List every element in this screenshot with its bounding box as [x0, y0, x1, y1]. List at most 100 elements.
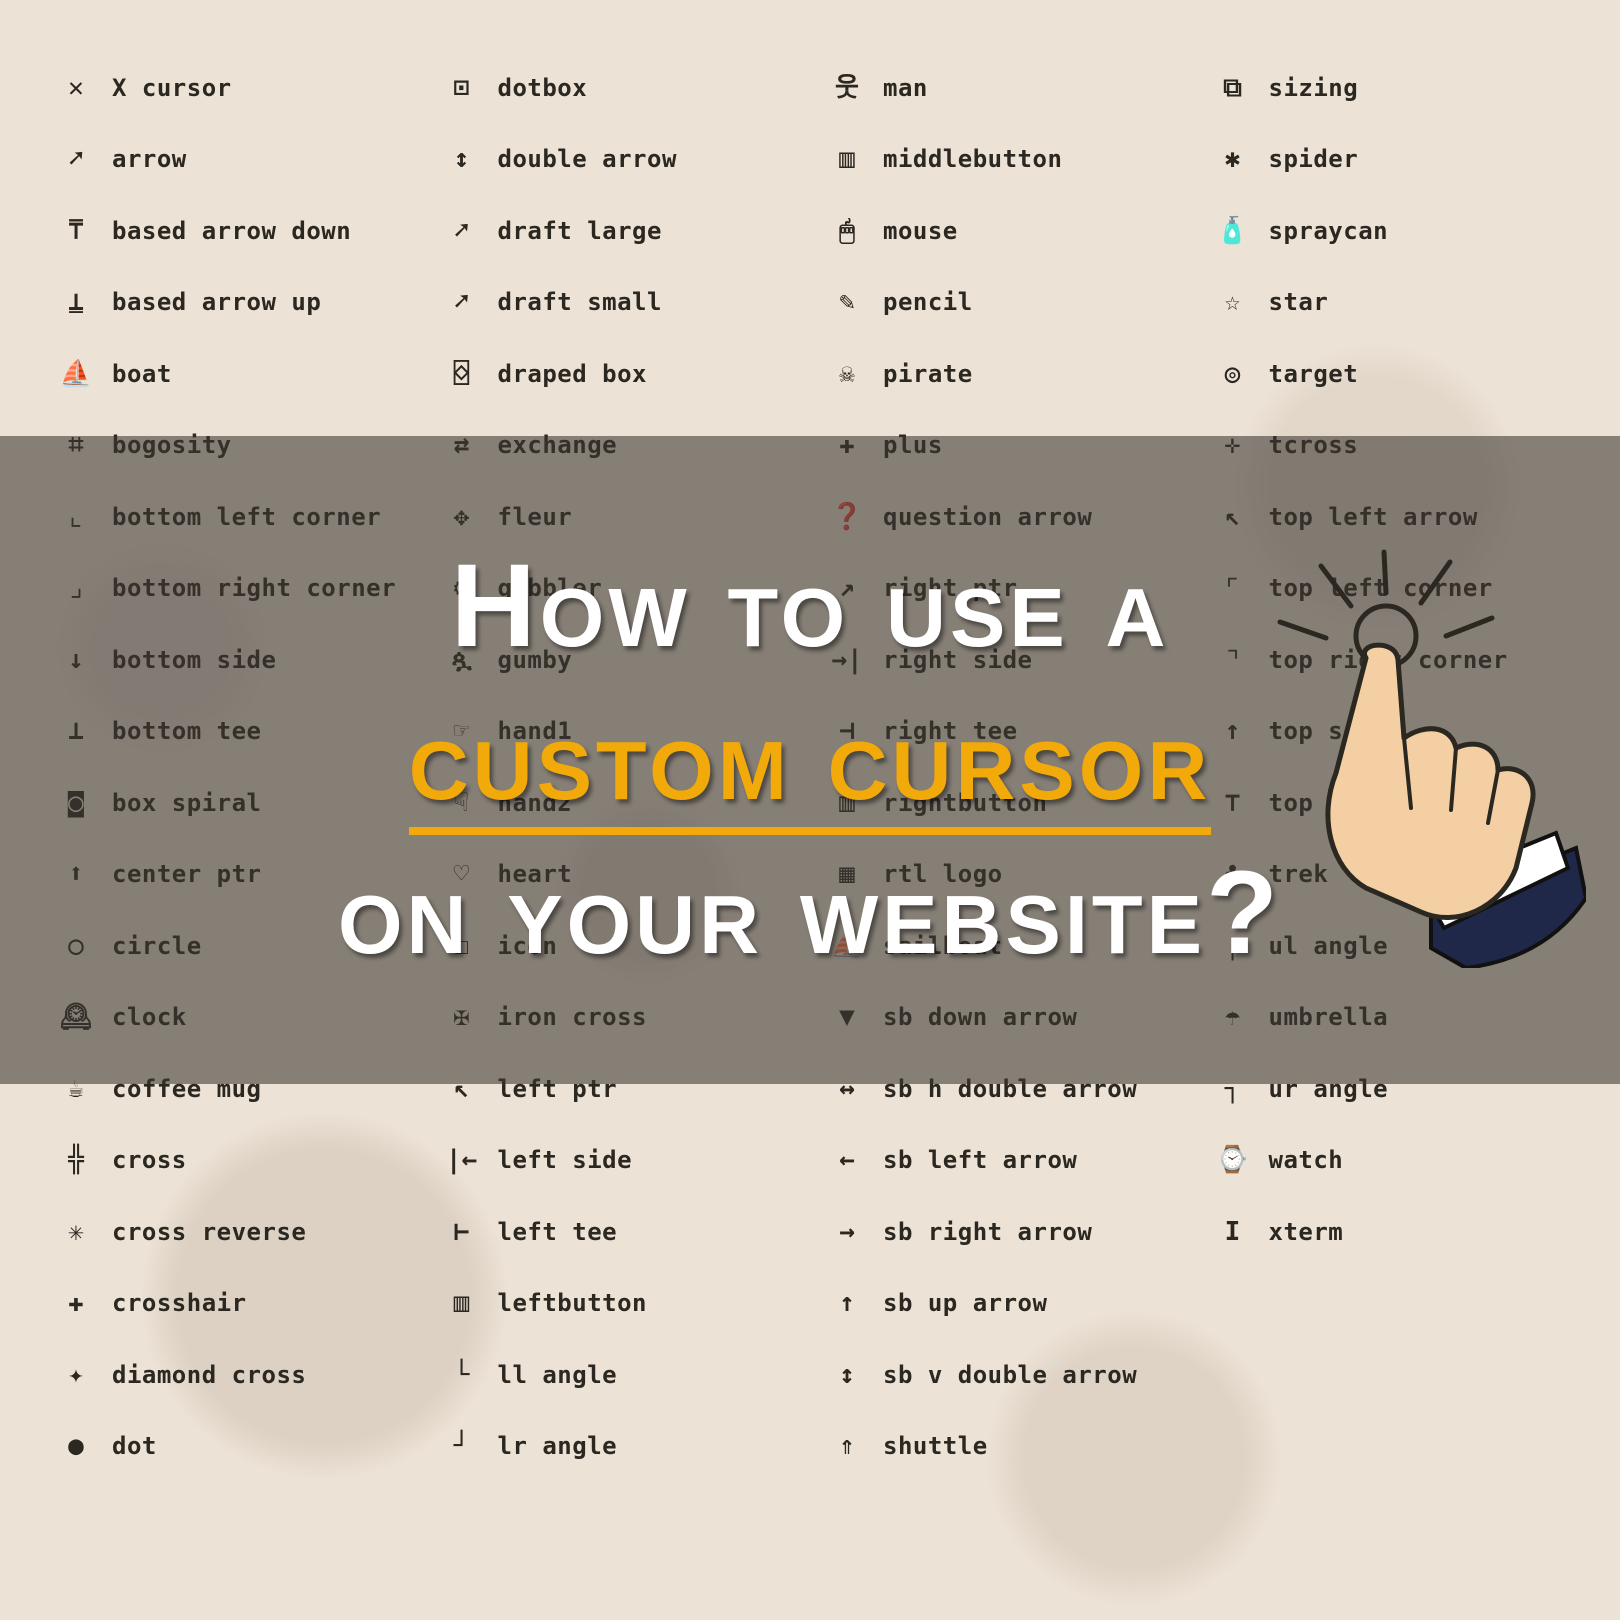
cursor-label: sb up arrow: [883, 1289, 1047, 1317]
cursor-icon: ⍑: [58, 213, 94, 249]
cursor-label: left tee: [498, 1218, 618, 1246]
cursor-label: pirate: [883, 360, 973, 388]
cursor-icon: ⍊: [58, 284, 94, 320]
cursor-icon: 🧴: [1215, 213, 1251, 249]
cursor-label: middlebutton: [883, 145, 1062, 173]
cursor-label: diamond cross: [112, 1361, 306, 1389]
cursor-label: pencil: [883, 288, 973, 316]
cursor-label: xterm: [1269, 1218, 1344, 1246]
cursor-icon: ↕: [444, 141, 480, 177]
cursor-item: ⌺ draped box: [444, 338, 830, 410]
cursor-item: ✳cross reverse: [58, 1196, 444, 1268]
cursor-item: ✚crosshair: [58, 1268, 444, 1340]
cursor-item: ┘lr angle: [444, 1411, 830, 1483]
cursor-icon: └: [444, 1357, 480, 1393]
title-band: How to use a custom cursor on your websi…: [0, 436, 1620, 1084]
cursor-icon: ▥: [829, 141, 865, 177]
cursor-item: ⛵boat: [58, 338, 444, 410]
cursor-item: ⍑ based arrow down: [58, 195, 444, 267]
title-line-3: on your website?: [338, 840, 1282, 988]
cursor-label: spraycan: [1269, 217, 1389, 245]
cursor-icon: ⧉: [1215, 70, 1251, 106]
cursor-label: draft large: [498, 217, 662, 245]
cursor-icon: ┘: [444, 1428, 480, 1464]
cursor-icon: ⇑: [829, 1428, 865, 1464]
cursor-label: boat: [112, 360, 172, 388]
cursor-icon: ☠: [829, 356, 865, 392]
cursor-item: Ixterm: [1215, 1196, 1601, 1268]
cursor-icon: →: [829, 1214, 865, 1250]
cursor-label: arrow: [112, 145, 187, 173]
cursor-icon: ✳: [58, 1214, 94, 1250]
cursor-item: ✱spider: [1215, 124, 1601, 196]
cursor-item: ✕ X cursor: [58, 52, 444, 124]
cursor-item: ☆star: [1215, 267, 1601, 339]
cursor-label: based arrow up: [112, 288, 321, 316]
cursor-icon: ✕: [58, 70, 94, 106]
cursor-icon: |←: [444, 1142, 480, 1178]
cursor-label: X cursor: [112, 74, 232, 102]
cursor-label: sb left arrow: [883, 1146, 1077, 1174]
cursor-item: 🖱 mouse: [829, 195, 1215, 267]
cursor-icon: ↕: [829, 1357, 865, 1393]
cursor-icon: ✦: [58, 1357, 94, 1393]
cursor-label: cross: [112, 1146, 187, 1174]
cursor-icon: ➚: [58, 141, 94, 177]
cursor-label: left side: [498, 1146, 633, 1174]
cursor-icon: ✎: [829, 284, 865, 320]
cursor-item: ✎ pencil: [829, 267, 1215, 339]
cursor-icon: ⌚: [1215, 1142, 1251, 1178]
cursor-item: ●dot: [58, 1411, 444, 1483]
cursor-item: ➚ draft small: [444, 267, 830, 339]
cursor-item: ↑sb up arrow: [829, 1268, 1215, 1340]
cursor-label: sb v double arrow: [883, 1361, 1137, 1389]
cursor-icon: ●: [58, 1428, 94, 1464]
cursor-item: ☠ pirate: [829, 338, 1215, 410]
cursor-item: ↕ double arrow: [444, 124, 830, 196]
cursor-icon: ➚: [444, 213, 480, 249]
cursor-item: ◎target: [1215, 338, 1601, 410]
cursor-item: ▥ middlebutton: [829, 124, 1215, 196]
cursor-item: ⧉ sizing: [1215, 52, 1601, 124]
cursor-item: ▥ leftbutton: [444, 1268, 830, 1340]
cursor-label: dotbox: [498, 74, 588, 102]
cursor-icon: ⊡: [444, 70, 480, 106]
cursor-icon: 웃: [829, 70, 865, 106]
cursor-label: based arrow down: [112, 217, 351, 245]
cursor-item: ⊢ left tee: [444, 1196, 830, 1268]
cursor-item: ╬ cross: [58, 1125, 444, 1197]
cursor-item: ⌚ watch: [1215, 1125, 1601, 1197]
cursor-icon: ◎: [1215, 356, 1251, 392]
cursor-icon: ☆: [1215, 284, 1251, 320]
cursor-label: leftbutton: [498, 1289, 648, 1317]
cursor-label: ll angle: [498, 1361, 618, 1389]
cursor-label: draft small: [498, 288, 662, 316]
cursor-item: ⇑shuttle: [829, 1411, 1215, 1483]
cursor-label: man: [883, 74, 928, 102]
cursor-label: spider: [1269, 145, 1359, 173]
cursor-icon: ⌺: [444, 356, 480, 392]
cursor-item: └ ll angle: [444, 1339, 830, 1411]
cursor-icon: ➚: [444, 284, 480, 320]
title-highlight: custom cursor: [409, 693, 1212, 835]
cursor-icon: ▥: [444, 1285, 480, 1321]
cursor-icon: 🖱: [829, 213, 865, 249]
cursor-label: sizing: [1269, 74, 1359, 102]
cursor-item: ➚ draft large: [444, 195, 830, 267]
cursor-label: mouse: [883, 217, 958, 245]
cursor-item: ⍊ based arrow up: [58, 267, 444, 339]
cursor-item: 웃 man: [829, 52, 1215, 124]
cursor-icon: ⊢: [444, 1214, 480, 1250]
cursor-item: →sb right arrow: [829, 1196, 1215, 1268]
cursor-label: crosshair: [112, 1289, 247, 1317]
cursor-item: ⊡ dotbox: [444, 52, 830, 124]
cursor-icon: ╬: [58, 1142, 94, 1178]
title-line-1: How to use a: [451, 533, 1170, 681]
cursor-label: double arrow: [498, 145, 677, 173]
cursor-label: watch: [1269, 1146, 1344, 1174]
cursor-label: draped box: [498, 360, 648, 388]
cursor-item: ↕ sb v double arrow: [829, 1339, 1215, 1411]
cursor-icon: ←: [829, 1142, 865, 1178]
cursor-item: ✦ diamond cross: [58, 1339, 444, 1411]
cursor-item: ← sb left arrow: [829, 1125, 1215, 1197]
